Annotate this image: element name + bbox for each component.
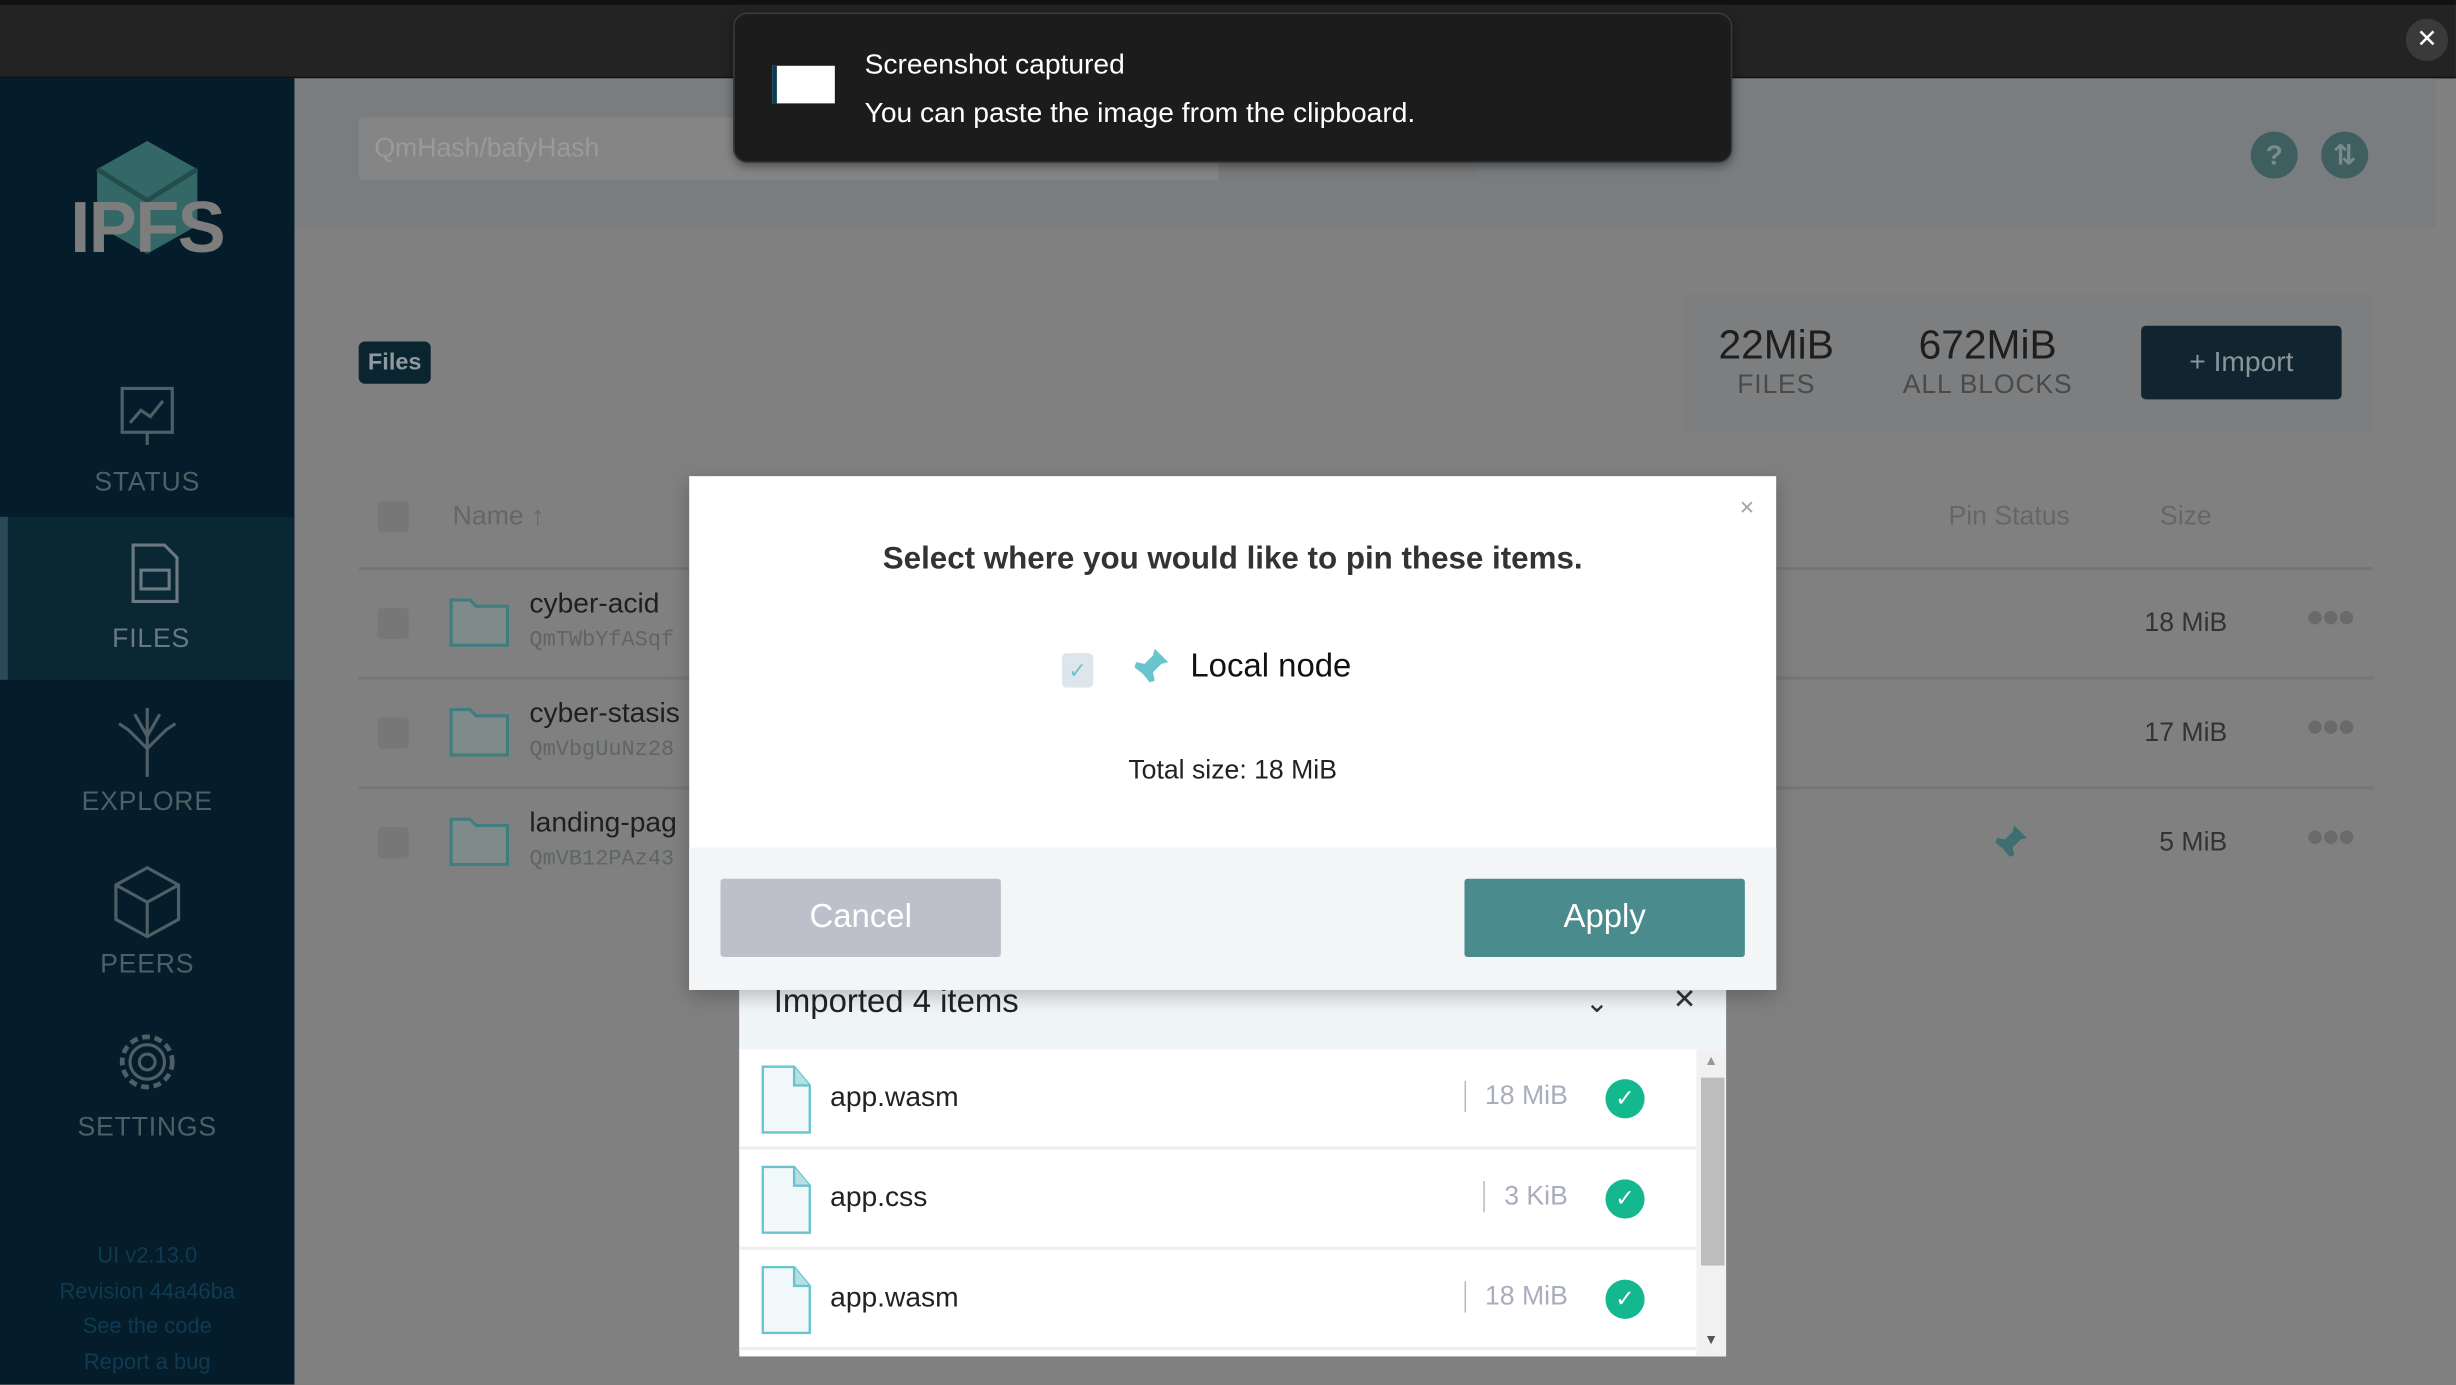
file-size: 17 MiB [2144,717,2228,748]
cancel-button[interactable]: Cancel [720,878,1001,958]
chevron-down-icon[interactable]: ⌄ [1585,987,1609,1020]
toast-message: You can paste the image from the clipboa… [864,97,1416,129]
list-item: app.wasm 18 MiB ✓ [739,1049,1697,1150]
file-name[interactable]: landing-pag [529,807,676,840]
sidebar-item-label: SETTINGS [77,1112,217,1142]
folder-icon [449,707,510,757]
report-bug-link[interactable]: Report a bug [0,1343,294,1378]
success-check-icon: ✓ [1605,1079,1645,1119]
sidebar-item-label: STATUS [94,466,201,497]
file-icon [761,1265,811,1335]
sidebar-item-status[interactable]: STATUS [0,360,294,523]
dialog-footer: Cancel Apply [689,847,1777,990]
sidebar-item-label: PEERS [100,949,195,979]
item-name: app.wasm [830,1281,959,1313]
stat-all-blocks: 672MiB ALL BLOCKS [1902,321,2073,400]
item-size: 3 KiB [1483,1180,1568,1213]
transfer-icon[interactable]: ⇅ [2321,131,2369,179]
file-name[interactable]: cyber-acid [529,587,659,620]
folder-icon [449,817,510,867]
see-code-link[interactable]: See the code [0,1308,294,1343]
close-icon[interactable]: × [1740,495,1755,523]
revision-link[interactable]: Revision 44a46ba [0,1273,294,1308]
apply-button[interactable]: Apply [1464,878,1745,958]
scroll-up-icon[interactable]: ▲ [1704,1053,1718,1069]
column-size[interactable]: Size [2160,501,2212,532]
local-node-checkbox[interactable]: ✓ [1061,653,1094,688]
file-name[interactable]: cyber-stasis [529,697,679,730]
help-icon[interactable]: ? [2250,131,2298,179]
version-text: UI v2.13.0 [97,1242,198,1268]
stat-files: 22MiB FILES [1718,321,1834,400]
status-icon [120,386,174,445]
folder-icon [449,598,510,647]
row-checkbox[interactable] [377,717,409,749]
panel-header: Imported 4 items ⌄ ✕ [739,984,1727,1050]
column-name[interactable]: Name ↑ [453,501,545,532]
import-button[interactable]: + Import [2141,325,2342,400]
screenshot-thumbnail [772,65,835,104]
file-hash: QmVB12PAz43 [529,847,675,873]
item-name: app.wasm [830,1080,959,1113]
file-hash: QmVbgUuNz28 [529,737,675,763]
more-options-icon[interactable]: ●●● [2306,710,2357,746]
success-check-icon: ✓ [1605,1179,1645,1219]
window-close-button[interactable]: ✕ [2405,18,2449,62]
row-checkbox[interactable] [377,827,409,859]
file-size: 18 MiB [2144,607,2228,638]
notification-toast: Screenshot captured You can paste the im… [733,12,1733,163]
file-icon [761,1165,811,1234]
row-checkbox[interactable] [377,607,409,640]
column-pin-status: Pin Status [1948,501,2070,531]
item-name: app.css [830,1180,928,1213]
file-hash: QmTWbYfASqf [529,628,675,654]
list-item: app.css 3 KiB ✓ [739,1149,1697,1250]
success-check-icon: ✓ [1605,1279,1645,1319]
total-size: Total size: 18 MiB [1128,754,1338,785]
select-all-checkbox[interactable] [377,501,409,533]
scrollbar-thumb[interactable] [1701,1077,1725,1266]
breadcrumb[interactable]: Files [358,341,431,384]
list-item: app.wasm 18 MiB ✓ [739,1249,1697,1351]
sidebar-item-settings[interactable]: SETTINGS [0,1006,294,1169]
ipfs-logo-text: IPFS [70,186,225,268]
scroll-down-icon[interactable]: ▼ [1704,1331,1718,1347]
file-size: 5 MiB [2159,827,2228,857]
import-progress-panel: Imported 4 items ⌄ ✕ app.wasm 18 MiB ✓ a… [739,984,1727,1357]
settings-icon [119,1034,175,1090]
local-node-label[interactable]: Local node [1190,648,1351,686]
item-size: 18 MiB [1464,1281,1568,1313]
scrollbar[interactable]: ▲ ▼ [1696,1049,1727,1357]
more-options-icon[interactable]: ●●● [2306,600,2357,636]
screen: ✕ IPFS STATUS FILES EXPLORE PEERS SETTIN… [0,0,2456,1385]
sidebar-footer: UI v2.13.0 Revision 44a46ba See the code… [0,1237,294,1378]
pin-icon[interactable] [1989,822,2030,863]
pin-icon [1131,648,1169,686]
more-options-icon[interactable]: ●●● [2306,819,2357,855]
pin-dialog: × Select where you would like to pin the… [689,476,1777,990]
file-icon [761,1065,811,1134]
dialog-title: Select where you would like to pin these… [882,541,1583,577]
item-size: 18 MiB [1464,1080,1568,1113]
toast-title: Screenshot captured [864,48,1125,80]
